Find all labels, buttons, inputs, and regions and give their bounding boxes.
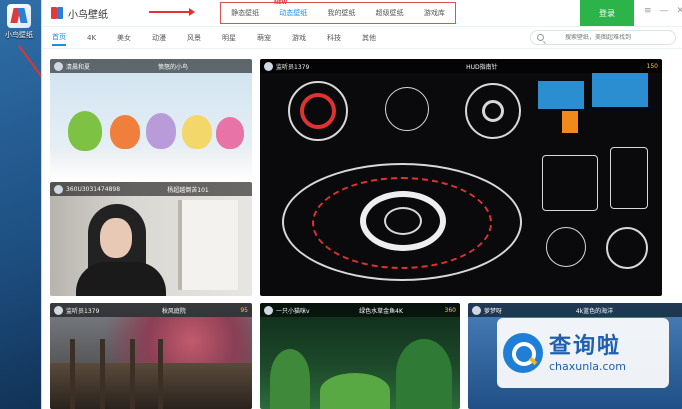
category-celebrity[interactable]: 明星 [222, 31, 236, 45]
card-user: 监听员1379 [66, 307, 100, 315]
category-other[interactable]: 其他 [362, 31, 376, 45]
category-pets[interactable]: 萌宠 [257, 31, 271, 45]
card-count: 360 [444, 306, 456, 314]
search-input[interactable] [565, 34, 675, 41]
card-header: 一只小猫咪v 绿色水草金鱼4K 360 [260, 303, 460, 317]
search-box[interactable] [530, 30, 676, 45]
card-count: 150 [646, 62, 658, 70]
hud-ring [482, 100, 504, 122]
new-badge: NEW [274, 0, 288, 6]
avatar [264, 61, 273, 71]
water-plant [270, 349, 310, 409]
brand-name: 小鸟壁纸 [68, 9, 108, 21]
card-title: 4k蓝色的海洋 [575, 307, 614, 315]
brand: 小鸟壁纸 [42, 6, 192, 21]
card-title: 愤怒的小鸟 [158, 63, 189, 71]
card-header: 萝梦呀 4k蓝色的海洋 [468, 303, 682, 317]
hud-ring [546, 227, 586, 267]
window-controls: ≡ — ✕ [644, 6, 682, 16]
category-4k[interactable]: 4K [87, 32, 96, 44]
card-title: 绿色水草金鱼4K [359, 307, 403, 315]
watermark: 查询啦 chaxunla.com [497, 318, 669, 388]
search-icon [537, 34, 544, 41]
hud-ring [385, 87, 429, 131]
card-header: 监听员1379 秋风庭院 95 [50, 303, 252, 317]
hud-panel [610, 147, 648, 209]
card-user: 360U3031474898 [66, 185, 121, 193]
water-plant [396, 339, 452, 409]
snow-ground [50, 148, 252, 178]
category-home[interactable]: 首页 [52, 30, 66, 46]
avatar [54, 184, 63, 194]
card-title: HUD指南针 [466, 63, 498, 71]
hud-ring [606, 227, 648, 269]
category-games[interactable]: 游戏 [292, 31, 306, 45]
avatar [264, 305, 273, 315]
card-user: 监听员1379 [276, 63, 310, 71]
portrait-face [100, 218, 132, 258]
category-bar: 首页 4K 美女 动漫 风景 明星 萌宠 游戏 科技 其他 [42, 27, 682, 49]
card-header: 监听员1379 HUD指南针 150 [260, 59, 662, 73]
hud-map [538, 81, 584, 109]
brand-logo-icon [50, 6, 64, 20]
card-user: 一只小猫咪v [276, 307, 310, 315]
login-button[interactable]: 登录 [580, 0, 634, 26]
desktop-app-shortcut[interactable]: 小鸟壁纸 [2, 4, 36, 40]
annotation-arrow [149, 8, 195, 16]
wallpaper-card[interactable]: 清晨和夏 愤怒的小鸟 [50, 59, 252, 178]
card-count: 95 [240, 306, 248, 314]
bird-figure [68, 111, 102, 151]
hud-panel [542, 155, 598, 211]
card-title: 秋风庭院 [161, 307, 186, 315]
close-icon[interactable]: ✕ [677, 6, 682, 16]
pillar [100, 339, 105, 409]
menu-icon[interactable]: ≡ [644, 6, 652, 16]
card-header: 清晨和夏 愤怒的小鸟 [50, 59, 252, 73]
avatar [54, 305, 63, 315]
pillar [158, 339, 163, 409]
magnifier-logo-icon [503, 333, 543, 373]
watermark-cn: 查询啦 [549, 333, 622, 359]
window-light [178, 200, 238, 290]
pillar [70, 339, 75, 409]
wallpaper-card[interactable]: 监听员1379 秋风庭院 95 [50, 303, 252, 409]
tab-static-wallpaper[interactable]: 静态壁纸 [231, 8, 259, 18]
minimize-icon[interactable]: — [660, 6, 669, 16]
hud-map-marker [562, 111, 578, 133]
wallpaper-card[interactable]: 一只小猫咪v 绿色水草金鱼4K 360 [260, 303, 460, 409]
tab-my-wallpaper[interactable]: 我的壁纸 [327, 8, 355, 18]
title-bar: 小鸟壁纸 静态壁纸 动态壁纸 我的壁纸 超级壁纸 游戏库 NEW 登录 ≡ — … [42, 0, 682, 27]
app-logo-icon [7, 4, 31, 28]
card-header: 360U3031474898 杨超越倒苦101 [50, 182, 252, 196]
desktop-icon-label: 小鸟壁纸 [5, 31, 33, 39]
hud-ring [300, 93, 336, 129]
walkway [50, 363, 252, 409]
category-anime[interactable]: 动漫 [152, 31, 166, 45]
wallpaper-card[interactable]: 360U3031474898 杨超越倒苦101 [50, 182, 252, 296]
top-nav: 静态壁纸 动态壁纸 我的壁纸 超级壁纸 游戏库 [220, 2, 456, 24]
tab-super-wallpaper[interactable]: 超级壁纸 [376, 8, 404, 18]
category-scenery[interactable]: 风景 [187, 31, 201, 45]
category-tech[interactable]: 科技 [327, 31, 341, 45]
hud-ring [384, 207, 422, 235]
water-plant [320, 373, 390, 409]
hud-map [592, 73, 648, 107]
card-title: 杨超越倒苦101 [167, 186, 209, 194]
watermark-text: 查询啦 chaxunla.com [549, 334, 626, 373]
bird-figure [146, 113, 176, 149]
card-user: 萝梦呀 [484, 307, 503, 315]
watermark-en: chaxunla.com [549, 359, 626, 373]
bird-figure [182, 115, 212, 149]
tab-game-library[interactable]: 游戏库 [424, 8, 445, 18]
tab-dynamic-wallpaper[interactable]: 动态壁纸 [279, 8, 307, 18]
portrait-shirt [76, 262, 166, 296]
category-beauty[interactable]: 美女 [117, 31, 131, 45]
avatar [54, 61, 63, 71]
pillar [130, 339, 135, 409]
bird-figure [110, 115, 140, 149]
avatar [472, 305, 481, 315]
wallpaper-card[interactable]: 监听员1379 HUD指南针 150 [260, 59, 662, 296]
card-user: 清晨和夏 [66, 63, 91, 71]
bird-figure [216, 117, 244, 149]
